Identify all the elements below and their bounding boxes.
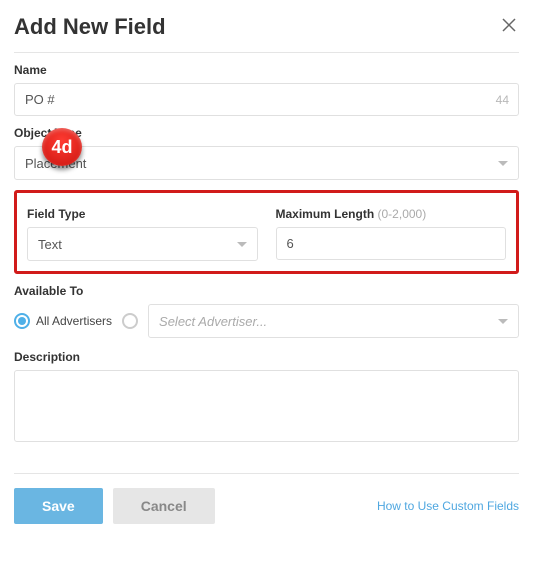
object-type-select[interactable]: Placement — [14, 146, 519, 180]
name-input-wrap: 44 — [14, 83, 519, 116]
name-label: Name — [14, 63, 519, 77]
close-icon[interactable] — [499, 15, 519, 40]
divider — [14, 473, 519, 474]
save-button[interactable]: Save — [14, 488, 103, 524]
radio-all-advertisers[interactable]: All Advertisers — [14, 313, 112, 329]
select-advertiser-placeholder: Select Advertiser... — [159, 314, 267, 329]
max-length-hint: (0-2,000) — [378, 207, 427, 221]
chevron-down-icon — [498, 319, 508, 324]
available-to-label: Available To — [14, 284, 519, 298]
field-type-select[interactable]: Text — [27, 227, 258, 261]
radio-select-advertiser[interactable] — [122, 313, 138, 329]
max-length-input[interactable] — [276, 227, 507, 260]
modal-title: Add New Field — [14, 14, 166, 40]
modal-footer: Save Cancel How to Use Custom Fields — [14, 488, 519, 524]
help-link[interactable]: How to Use Custom Fields — [377, 499, 519, 513]
max-length-label: Maximum Length (0-2,000) — [276, 207, 507, 221]
select-advertiser-dropdown[interactable]: Select Advertiser... — [148, 304, 519, 338]
name-input[interactable] — [14, 83, 519, 116]
radio-icon — [122, 313, 138, 329]
chevron-down-icon — [237, 242, 247, 247]
object-type-label: Object Type — [14, 126, 519, 140]
radio-icon — [14, 313, 30, 329]
field-type-label: Field Type — [27, 207, 258, 221]
modal-header: Add New Field — [14, 14, 519, 53]
description-textarea[interactable] — [14, 370, 519, 442]
highlighted-section: Field Type Text Maximum Length (0-2,000) — [14, 190, 519, 274]
cancel-button[interactable]: Cancel — [113, 488, 215, 524]
name-char-count: 44 — [496, 93, 509, 107]
description-label: Description — [14, 350, 519, 364]
radio-all-label: All Advertisers — [36, 314, 112, 328]
annotation-badge: 4d — [42, 128, 82, 166]
field-type-value: Text — [38, 237, 62, 252]
add-field-modal: Add New Field Name 44 Object Type 4d Pla… — [0, 0, 533, 534]
chevron-down-icon — [498, 161, 508, 166]
